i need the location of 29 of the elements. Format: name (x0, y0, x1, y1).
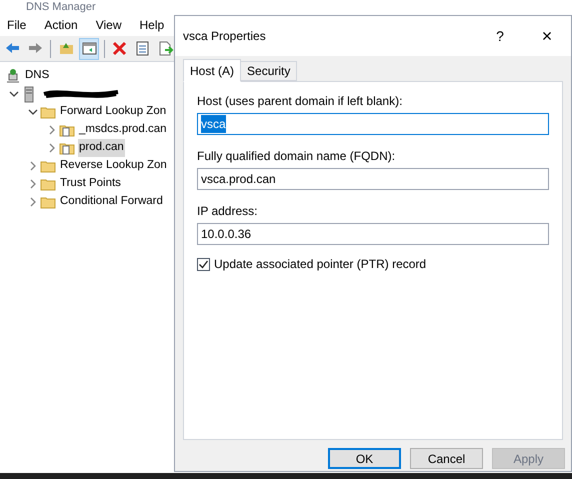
help-button[interactable]: ? (485, 26, 515, 46)
close-button[interactable]: × (535, 22, 559, 50)
field-label: Host (uses parent domain if left blank): (197, 93, 404, 110)
menu-item[interactable]: File (7, 16, 26, 34)
window-title: DNS Manager (26, 2, 96, 12)
field-label: IP address: (197, 203, 258, 220)
text-input[interactable]: 10.0.0.36 (197, 223, 549, 245)
menu-item[interactable]: Help (140, 16, 164, 34)
tree-item[interactable]: Forward Lookup Zon (59, 103, 168, 121)
dns-icon (5, 68, 22, 84)
menu-item[interactable]: Action (44, 16, 78, 34)
tab[interactable]: Host (A) (183, 59, 242, 82)
field-label: Fully qualified domain name (FQDN): (197, 148, 396, 165)
tab[interactable]: Security (240, 61, 298, 81)
dialog-button[interactable]: Cancel (410, 448, 483, 469)
menu-item[interactable]: View (96, 16, 122, 34)
pane-icon[interactable] (79, 38, 99, 60)
tree-item[interactable]: DNS (24, 67, 50, 85)
checkbox-label: Update associated pointer (PTR) record (214, 256, 426, 273)
tree-item[interactable]: Trust Points (59, 175, 122, 193)
text-input[interactable]: vsca.prod.can (197, 168, 549, 190)
tree-item[interactable]: prod.can (78, 139, 125, 157)
tree-item[interactable]: Reverse Lookup Zon (59, 157, 168, 175)
dialog-title: vsca Properties (183, 28, 267, 45)
tree-item[interactable]: _msdcs.prod.can (78, 121, 168, 139)
dialog-button[interactable]: OK (328, 448, 401, 469)
tree-item[interactable]: Conditional Forward (59, 193, 164, 211)
text-input[interactable]: vsca (197, 113, 549, 135)
checkbox[interactable] (197, 258, 210, 270)
